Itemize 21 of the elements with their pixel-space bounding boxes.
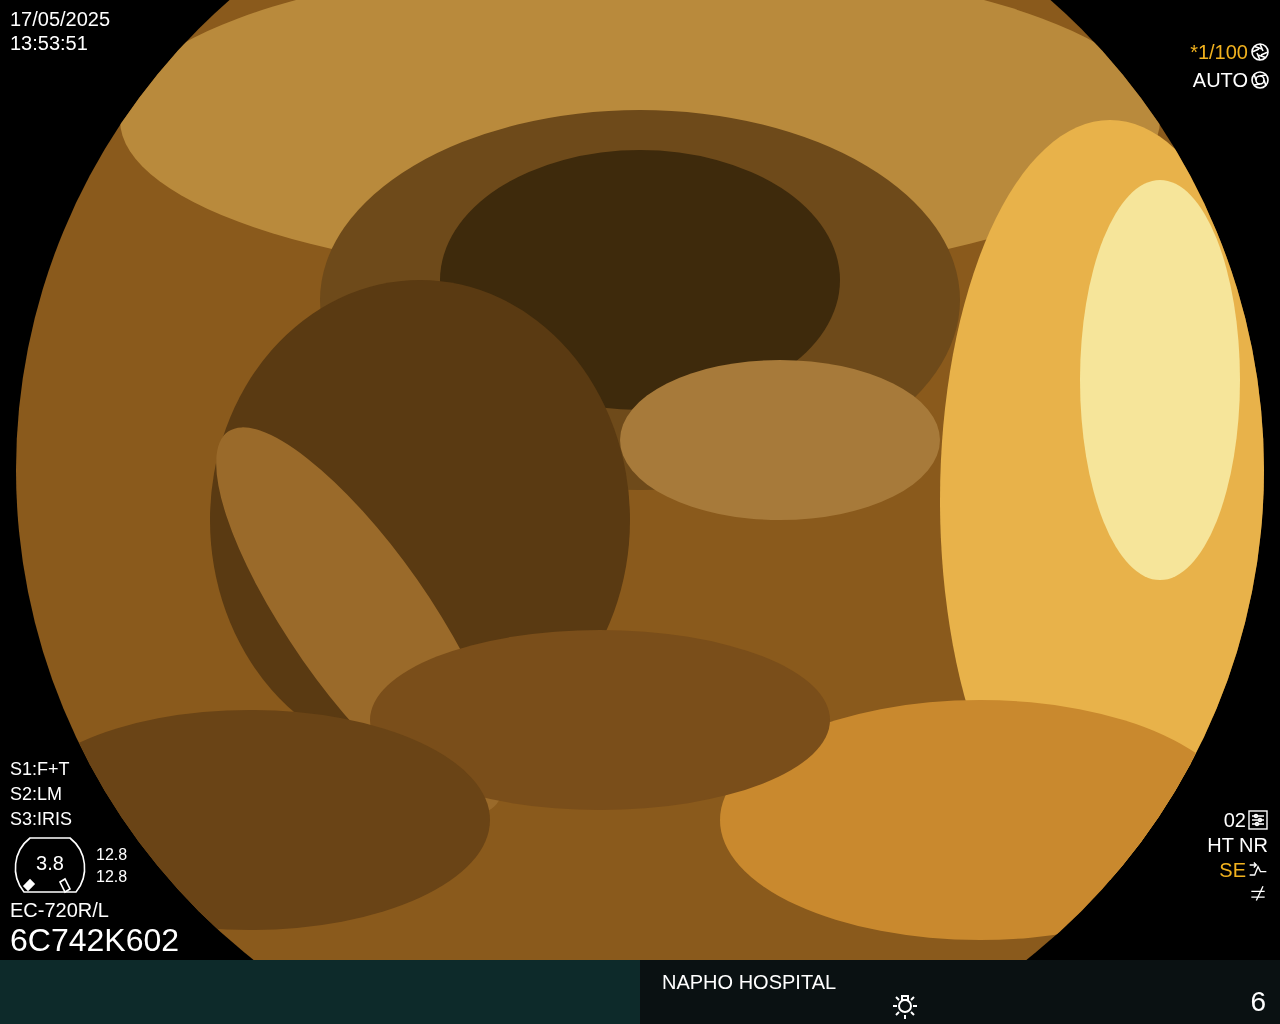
shutter-icon: [1250, 42, 1270, 62]
aperture-icon: [1250, 70, 1270, 90]
enhancement-text: SE: [1219, 858, 1246, 882]
hospital-name: NAPHO HOSPITAL: [662, 970, 837, 994]
gauge-reading: 12.8: [96, 845, 128, 865]
switch-label: S2:LM: [10, 783, 64, 806]
gauge-value: 3.8: [36, 851, 64, 875]
scope-serial: 6C742K602: [10, 922, 180, 958]
enhancement-text: HT NR: [1207, 833, 1268, 857]
switch-label: S1:F+T: [10, 758, 71, 781]
exposure-text: AUTO: [1192, 68, 1248, 92]
switch-label: S3:IRIS: [10, 808, 74, 831]
page-number: 6: [1250, 986, 1266, 1018]
edge-slash-icon: [1248, 883, 1268, 903]
scope-model: EC-720R/L: [10, 898, 110, 922]
exposure-text: *1/100: [1190, 40, 1248, 64]
date-text: 17/05/2025: [10, 7, 111, 31]
time-text: 13:53:51: [10, 31, 89, 55]
sliders-icon: [1248, 810, 1268, 830]
enhancement-text: 02: [1223, 808, 1246, 832]
gauge-reading: 12.8: [96, 867, 128, 887]
